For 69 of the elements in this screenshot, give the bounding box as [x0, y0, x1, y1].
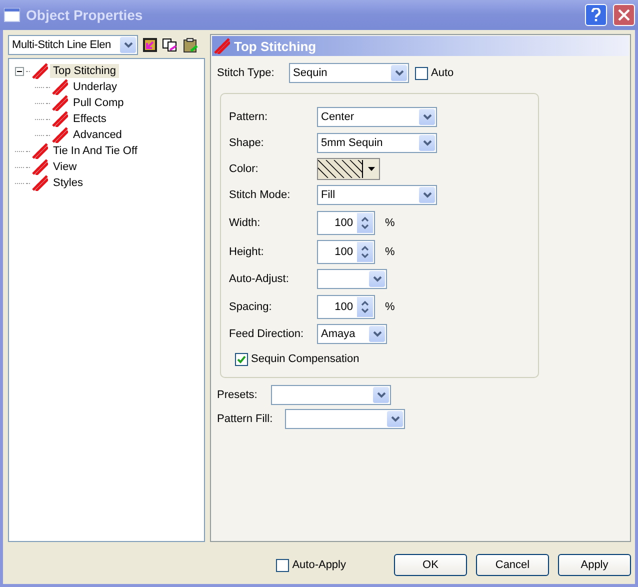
- tree-item[interactable]: View: [50, 160, 80, 174]
- field-label: Pattern Fill:: [217, 413, 274, 425]
- stripes-icon: [52, 127, 68, 143]
- field-label: Stitch Mode:: [229, 189, 292, 201]
- tree-item[interactable]: Pull Comp: [70, 96, 127, 110]
- sequin-compensation-checkbox[interactable]: Sequin Compensation: [235, 352, 360, 366]
- stripes-icon: [52, 111, 68, 127]
- unit-label: %: [385, 246, 395, 258]
- tree-item[interactable]: Tie In And Tie Off: [50, 144, 140, 158]
- dialog-button[interactable]: Apply: [558, 554, 631, 576]
- field-label: Spacing:: [229, 300, 273, 312]
- number-spinner[interactable]: 100: [317, 240, 375, 264]
- dialog-button[interactable]: OK: [394, 554, 467, 576]
- tree-item[interactable]: Underlay: [70, 80, 120, 94]
- window-icon: [4, 8, 20, 22]
- tree-item[interactable]: Effects: [70, 112, 110, 126]
- stripes-icon: [32, 143, 48, 159]
- auto-checkbox[interactable]: Auto: [415, 66, 454, 80]
- dropdown[interactable]: Amaya: [317, 324, 387, 344]
- help-button[interactable]: [585, 4, 607, 26]
- field-label: Height:: [229, 246, 265, 258]
- spin-arrows-icon: [361, 298, 369, 314]
- question-mark-icon: [591, 8, 601, 22]
- field-label: Width:: [229, 216, 262, 228]
- stripes-icon: [52, 79, 68, 95]
- close-icon: [618, 9, 630, 21]
- dropdown[interactable]: [317, 269, 387, 289]
- panel-title: Top Stitching: [234, 38, 316, 54]
- close-button[interactable]: [613, 4, 635, 26]
- spin-arrows-icon: [361, 214, 369, 230]
- window-title: Object Properties: [26, 7, 144, 23]
- field-label: Feed Direction:: [229, 328, 305, 340]
- stitch-type-dropdown[interactable]: Sequin: [289, 63, 409, 83]
- pattern-fill-dropdown[interactable]: [285, 409, 405, 429]
- minus-icon: [17, 70, 22, 72]
- auto-apply-checkbox[interactable]: Auto-Apply: [276, 558, 346, 572]
- dropdown[interactable]: 5mm Sequin: [317, 133, 437, 153]
- stripes-icon: [214, 38, 230, 54]
- copy-icon[interactable]: [162, 38, 178, 52]
- presets-dropdown[interactable]: [271, 385, 391, 405]
- save-icon[interactable]: [143, 38, 157, 52]
- paste-icon[interactable]: [183, 38, 199, 52]
- color-picker[interactable]: [317, 158, 380, 180]
- number-spinner[interactable]: 100: [317, 210, 375, 234]
- caret-icon: [368, 167, 374, 171]
- number-spinner[interactable]: 100: [317, 294, 375, 318]
- field-label: Stitch Type:: [217, 67, 276, 79]
- field-label: Auto-Adjust:: [229, 273, 290, 285]
- tree-item[interactable]: Styles: [50, 176, 86, 190]
- stripes-icon: [52, 95, 68, 111]
- tree-item[interactable]: Top Stitching: [50, 64, 119, 78]
- element-dropdown[interactable]: Multi-Stitch Line Elen: [8, 35, 138, 55]
- checkmark-icon: [237, 354, 246, 364]
- stripes-icon: [32, 159, 48, 175]
- hatch-swatch-drawing: [318, 160, 363, 178]
- field-label: Shape:: [229, 137, 265, 149]
- unit-label: %: [385, 300, 395, 312]
- field-label: Presets:: [217, 389, 258, 401]
- stripes-icon: [32, 63, 48, 79]
- field-label: Pattern:: [229, 111, 269, 123]
- dropdown[interactable]: Center: [317, 107, 437, 127]
- dropdown[interactable]: Fill: [317, 185, 437, 205]
- dialog-button[interactable]: Cancel: [476, 554, 549, 576]
- collapse-toggle[interactable]: [15, 66, 24, 76]
- stripes-icon: [32, 175, 48, 191]
- tree-item[interactable]: Advanced: [70, 128, 125, 142]
- unit-label: %: [385, 216, 395, 228]
- field-label: Color:: [229, 163, 260, 175]
- spin-arrows-icon: [361, 244, 369, 260]
